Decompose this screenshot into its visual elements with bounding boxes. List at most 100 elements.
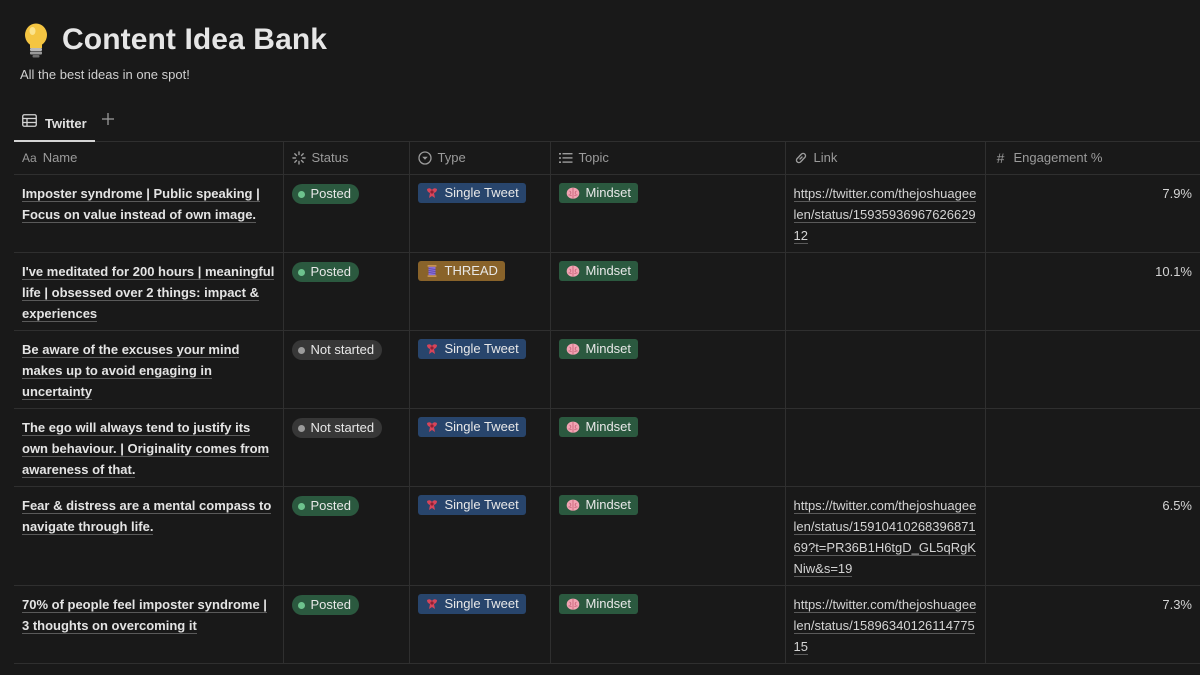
plus-icon [102, 113, 114, 125]
select-circle-icon [417, 151, 432, 165]
brain-icon [566, 264, 580, 278]
status-tag: Not started [291, 340, 383, 360]
cell-name[interactable]: Fear & distress are a mental compass to … [14, 486, 284, 586]
topic-tag: Mindset [558, 494, 639, 515]
type-tag: THREAD [417, 260, 505, 281]
cell-link[interactable]: https://twitter.com/thejoshuageelen/stat… [785, 585, 986, 664]
single-tweet-icon [425, 597, 439, 611]
brain-icon [566, 498, 580, 512]
cell-link[interactable]: https://twitter.com/thejoshuageelen/stat… [785, 486, 986, 586]
cell-name[interactable]: Imposter syndrome | Public speaking | Fo… [14, 174, 284, 253]
cell-engagement[interactable] [985, 408, 1200, 487]
type-label: THREAD [444, 262, 498, 278]
cell-link[interactable]: https://twitter.com/thejoshuageelen/stat… [785, 174, 986, 253]
status-dot-icon [297, 424, 305, 432]
engagement-value: 7.3% [1162, 596, 1192, 612]
cell-status[interactable]: Not started [283, 408, 410, 487]
row-name: The ego will always tend to justify its … [22, 419, 270, 478]
cell-engagement[interactable]: 10.1% [985, 252, 1200, 331]
cell-topic[interactable]: Mindset [550, 174, 786, 253]
type-tag: Single Tweet [417, 593, 526, 614]
cell-engagement[interactable]: 7.3% [985, 585, 1200, 664]
row-name: Imposter syndrome | Public speaking | Fo… [22, 185, 260, 223]
topic-tag: Mindset [558, 416, 639, 437]
row-link[interactable]: https://twitter.com/thejoshuageelen/stat… [793, 497, 977, 577]
cell-link[interactable] [785, 330, 986, 409]
hash-icon: # [996, 149, 1005, 166]
cell-name[interactable]: The ego will always tend to justify its … [14, 408, 284, 487]
column-label: Status [311, 150, 349, 166]
status-tag: Posted [291, 184, 359, 204]
column-header-topic[interactable]: Topic [550, 142, 786, 175]
status-dot-icon [297, 268, 305, 276]
cell-status[interactable]: Posted [283, 252, 410, 331]
cell-name[interactable]: 70% of people feel imposter syndrome | 3… [14, 585, 284, 664]
status-dot-icon [297, 190, 305, 198]
table-row-1[interactable]: Imposter syndrome | Public speaking | Fo… [14, 174, 1200, 253]
cell-name[interactable]: Be aware of the excuses your mind makes … [14, 330, 284, 409]
status-tag: Not started [291, 418, 383, 438]
cell-status[interactable]: Posted [283, 486, 410, 586]
header-row: Aa Name Status Type Topic Link # Engagem… [14, 142, 1200, 175]
database-table: Aa Name Status Type Topic Link # Engagem… [14, 142, 1200, 664]
status-tag: Posted [291, 262, 359, 282]
type-tag: Single Tweet [417, 494, 526, 515]
cell-type[interactable]: Single Tweet [409, 330, 551, 409]
table-row-3[interactable]: Be aware of the excuses your mind makes … [14, 330, 1200, 409]
page-title[interactable]: Content Idea Bank [62, 23, 327, 57]
column-header-link[interactable]: Link [785, 142, 986, 175]
cell-topic[interactable]: Mindset [550, 408, 786, 487]
column-header-type[interactable]: Type [409, 142, 551, 175]
cell-type[interactable]: Single Tweet [409, 408, 551, 487]
lightbulb-icon[interactable] [20, 22, 52, 58]
table-row-2[interactable]: I've meditated for 200 hours | meaningfu… [14, 252, 1200, 331]
cell-link[interactable] [785, 408, 986, 487]
type-label: Single Tweet [444, 184, 519, 200]
row-link[interactable]: https://twitter.com/thejoshuageelen/stat… [793, 185, 977, 244]
cell-engagement[interactable]: 7.9% [985, 174, 1200, 253]
table-icon [22, 114, 37, 132]
status-dot-icon [297, 502, 305, 510]
tab-twitter[interactable]: Twitter [14, 106, 95, 142]
column-label: Engagement % [1013, 150, 1103, 166]
cell-topic[interactable]: Mindset [550, 330, 786, 409]
page-subtitle[interactable]: All the best ideas in one spot! [20, 67, 190, 82]
column-header-engagement[interactable]: # Engagement % [985, 142, 1200, 175]
type-label: Single Tweet [444, 496, 519, 512]
cell-link[interactable] [785, 252, 986, 331]
single-tweet-icon [425, 342, 439, 356]
page: Content Idea Bank All the best ideas in … [0, 0, 1200, 675]
engagement-value: 7.9% [1162, 185, 1192, 201]
row-name: I've meditated for 200 hours | meaningfu… [22, 263, 275, 322]
cell-status[interactable]: Posted [283, 174, 410, 253]
status-label: Posted [310, 264, 351, 279]
row-link[interactable]: https://twitter.com/thejoshuageelen/stat… [793, 596, 977, 655]
cell-type[interactable]: Single Tweet [409, 585, 551, 664]
column-header-name[interactable]: Aa Name [14, 142, 284, 175]
topic-label: Mindset [585, 595, 632, 611]
cell-status[interactable]: Posted [283, 585, 410, 664]
topic-tag: Mindset [558, 338, 639, 359]
table-row-5[interactable]: Fear & distress are a mental compass to … [14, 486, 1200, 586]
status-label: Posted [310, 597, 351, 612]
status-label: Not started [310, 342, 375, 357]
cell-topic[interactable]: Mindset [550, 486, 786, 586]
cell-type[interactable]: Single Tweet [409, 174, 551, 253]
cell-engagement[interactable] [985, 330, 1200, 409]
link-icon [794, 151, 808, 165]
cell-name[interactable]: I've meditated for 200 hours | meaningfu… [14, 252, 284, 331]
table-row-6[interactable]: 70% of people feel imposter syndrome | 3… [14, 585, 1200, 664]
topic-label: Mindset [585, 262, 632, 278]
cell-status[interactable]: Not started [283, 330, 410, 409]
table-row-4[interactable]: The ego will always tend to justify its … [14, 408, 1200, 487]
cell-type[interactable]: Single Tweet [409, 486, 551, 586]
cell-type[interactable]: THREAD [409, 252, 551, 331]
column-header-status[interactable]: Status [283, 142, 410, 175]
cell-engagement[interactable]: 6.5% [985, 486, 1200, 586]
cell-topic[interactable]: Mindset [550, 252, 786, 331]
topic-tag: Mindset [558, 593, 639, 614]
add-view-button[interactable] [100, 112, 116, 128]
status-label: Posted [310, 498, 351, 513]
type-tag: Single Tweet [417, 338, 526, 359]
cell-topic[interactable]: Mindset [550, 585, 786, 664]
